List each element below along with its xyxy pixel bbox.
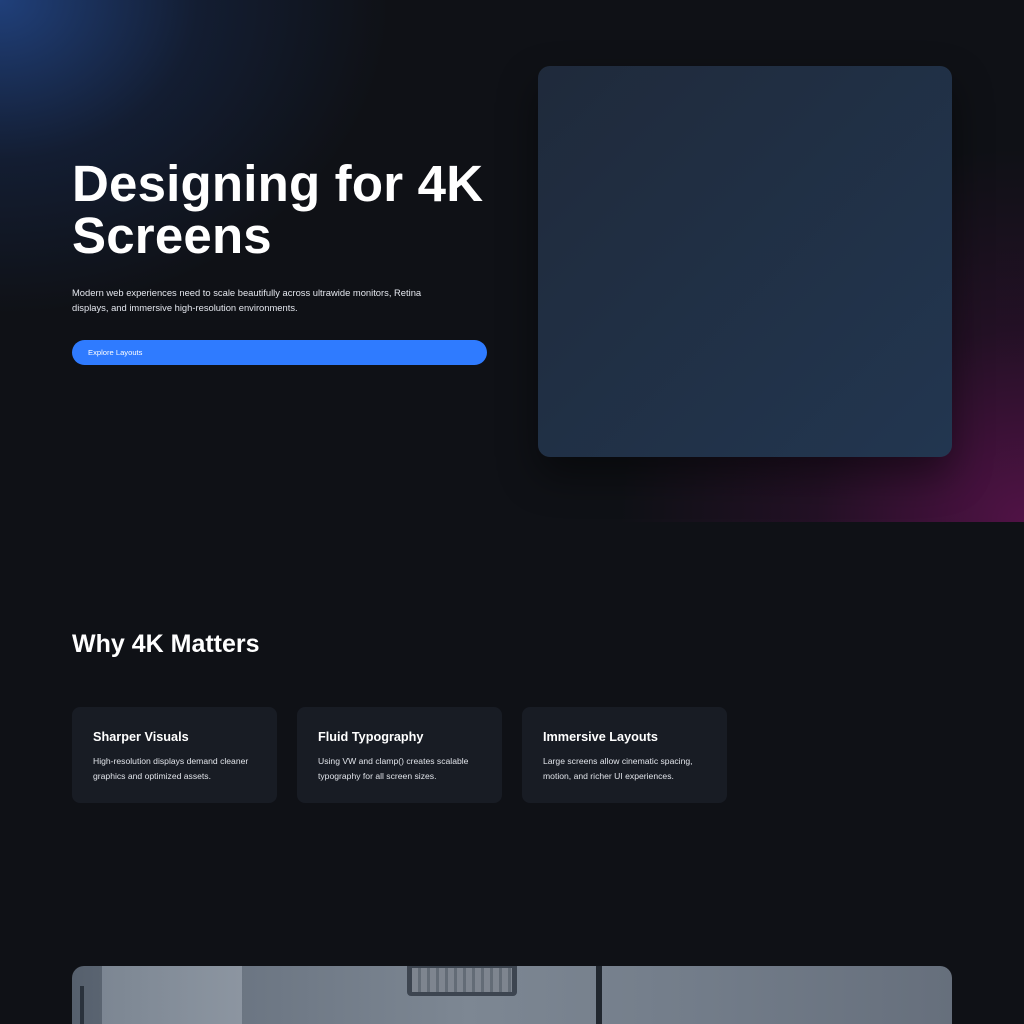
hero-visual-card <box>538 66 952 457</box>
photo-pole-left <box>80 986 84 1024</box>
hero-section: Designing for 4K Screens Modern web expe… <box>0 0 1024 522</box>
photo-monitor-stand <box>596 966 602 1024</box>
feature-text: Using VW and clamp() creates scalable ty… <box>318 756 469 781</box>
workspace-photo-banner <box>72 966 952 1024</box>
hero-subtitle: Modern web experiences need to scale bea… <box>72 287 422 313</box>
feature-card-immersive-layouts: Immersive Layouts Large screens allow ci… <box>522 707 727 803</box>
feature-title: Immersive Layouts <box>543 730 658 744</box>
feature-text: High-resolution displays demand cleaner … <box>93 756 249 781</box>
section-title: Why 4K Matters <box>72 630 260 658</box>
photo-monitor-screen <box>412 968 512 992</box>
hero-title: Designing for 4K Screens <box>72 155 484 264</box>
feature-text: Large screens allow cinematic spacing, m… <box>543 756 693 781</box>
feature-card-sharper-visuals: Sharper Visuals High-resolution displays… <box>72 707 277 803</box>
feature-title: Sharper Visuals <box>93 730 189 744</box>
photo-window <box>102 966 242 1024</box>
explore-layouts-button[interactable]: Explore Layouts <box>72 340 487 365</box>
feature-title: Fluid Typography <box>318 730 424 744</box>
feature-card-fluid-typography: Fluid Typography Using VW and clamp() cr… <box>297 707 502 803</box>
